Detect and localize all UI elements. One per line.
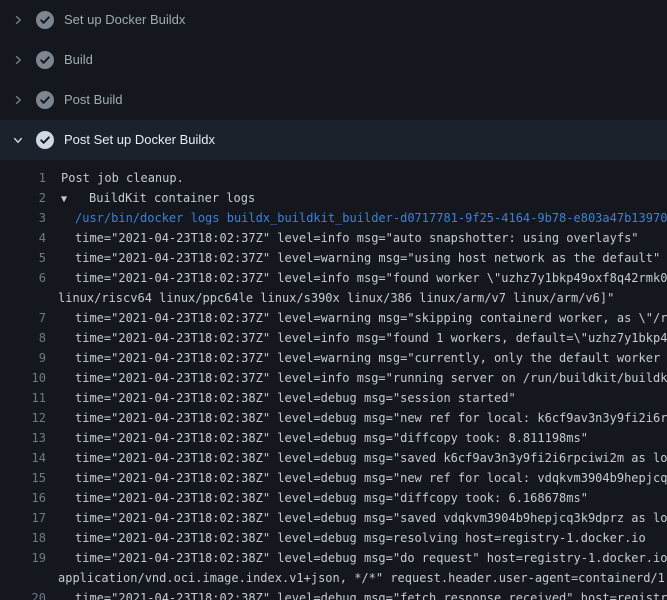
log-text: time="2021-04-23T18:02:38Z" level=debug … xyxy=(75,508,667,528)
check-circle-icon xyxy=(36,51,54,69)
log-text: application/vnd.oci.image.index.v1+json,… xyxy=(58,568,667,588)
line-number[interactable]: 4 xyxy=(0,228,46,248)
group-toggle-icon[interactable]: ▼ xyxy=(61,190,67,208)
log-line: 10 time="2021-04-23T18:02:37Z" level=inf… xyxy=(0,368,667,388)
line-number[interactable]: 3 xyxy=(0,208,46,228)
line-number[interactable]: 19 xyxy=(0,548,46,568)
chevron-right-icon xyxy=(12,14,24,26)
line-number[interactable]: 17 xyxy=(0,508,46,528)
log-line: 11 time="2021-04-23T18:02:38Z" level=deb… xyxy=(0,388,667,408)
line-number[interactable]: 16 xyxy=(0,488,46,508)
chevron-down-icon xyxy=(12,134,24,146)
log-line: 4 time="2021-04-23T18:02:37Z" level=info… xyxy=(0,228,667,248)
section-post-build[interactable]: Post Build xyxy=(0,80,667,120)
line-number[interactable]: 5 xyxy=(0,248,46,268)
section-label: Build xyxy=(64,52,93,68)
actions-log-page: Set up Docker Buildx Build Post Build Po… xyxy=(0,0,667,600)
section-set-up-docker-buildx[interactable]: Set up Docker Buildx xyxy=(0,0,667,40)
log-text: time="2021-04-23T18:02:38Z" level=debug … xyxy=(75,588,667,600)
log-line: 9 time="2021-04-23T18:02:37Z" level=warn… xyxy=(0,348,667,368)
line-number[interactable]: 9 xyxy=(0,348,46,368)
log-text: /usr/bin/docker logs buildx_buildkit_bui… xyxy=(75,208,667,228)
log-text: linux/riscv64 linux/ppc64le linux/s390x … xyxy=(58,288,614,308)
section-label: Set up Docker Buildx xyxy=(64,12,185,28)
log-line: 18 time="2021-04-23T18:02:38Z" level=deb… xyxy=(0,528,667,548)
line-number[interactable]: 6 xyxy=(0,268,46,288)
log-text: time="2021-04-23T18:02:37Z" level=info m… xyxy=(75,228,639,248)
log-text: time="2021-04-23T18:02:38Z" level=debug … xyxy=(75,408,667,428)
log-text: time="2021-04-23T18:02:37Z" level=info m… xyxy=(75,268,667,288)
line-number[interactable]: 15 xyxy=(0,468,46,488)
section-label: Post Set up Docker Buildx xyxy=(64,132,215,148)
line-number[interactable]: 7 xyxy=(0,308,46,328)
steps-list: Set up Docker Buildx Build Post Build Po… xyxy=(0,0,667,160)
log-text: time="2021-04-23T18:02:38Z" level=debug … xyxy=(75,548,667,568)
line-number[interactable]: 20 xyxy=(0,588,46,600)
log-text: time="2021-04-23T18:02:37Z" level=warnin… xyxy=(75,248,660,268)
log-line: 19 time="2021-04-23T18:02:38Z" level=deb… xyxy=(0,548,667,568)
log-text: time="2021-04-23T18:02:38Z" level=debug … xyxy=(75,448,667,468)
log-line: 5 time="2021-04-23T18:02:37Z" level=warn… xyxy=(0,248,667,268)
chevron-right-icon xyxy=(12,94,24,106)
log-line: 14 time="2021-04-23T18:02:38Z" level=deb… xyxy=(0,448,667,468)
line-number[interactable]: 8 xyxy=(0,328,46,348)
log-text: time="2021-04-23T18:02:37Z" level=info m… xyxy=(75,328,667,348)
log-text: time="2021-04-23T18:02:38Z" level=debug … xyxy=(75,388,516,408)
log-line: 12 time="2021-04-23T18:02:38Z" level=deb… xyxy=(0,408,667,428)
log-line: linux/riscv64 linux/ppc64le linux/s390x … xyxy=(0,288,667,308)
log-line: 20 time="2021-04-23T18:02:38Z" level=deb… xyxy=(0,588,667,600)
log-viewer[interactable]: 1 Post job cleanup. 2 ▼ BuildKit contain… xyxy=(0,160,667,600)
log-line: 15 time="2021-04-23T18:02:38Z" level=deb… xyxy=(0,468,667,488)
line-number[interactable]: 2 xyxy=(0,188,46,208)
log-text: time="2021-04-23T18:02:38Z" level=debug … xyxy=(75,488,588,508)
chevron-right-icon xyxy=(12,54,24,66)
section-label: Post Build xyxy=(64,92,123,108)
line-number[interactable]: 10 xyxy=(0,368,46,388)
check-circle-icon xyxy=(36,11,54,29)
line-number[interactable]: 18 xyxy=(0,528,46,548)
log-text: time="2021-04-23T18:02:37Z" level=info m… xyxy=(75,368,667,388)
log-line: 3 /usr/bin/docker logs buildx_buildkit_b… xyxy=(0,208,667,228)
log-text: Post job cleanup. xyxy=(61,168,184,188)
log-line: 7 time="2021-04-23T18:02:37Z" level=warn… xyxy=(0,308,667,328)
log-line: 16 time="2021-04-23T18:02:38Z" level=deb… xyxy=(0,488,667,508)
log-text: time="2021-04-23T18:02:38Z" level=debug … xyxy=(75,428,588,448)
log-text: BuildKit container logs xyxy=(89,188,255,208)
section-post-set-up-docker-buildx[interactable]: Post Set up Docker Buildx xyxy=(0,120,667,160)
section-build[interactable]: Build xyxy=(0,40,667,80)
log-text: time="2021-04-23T18:02:37Z" level=warnin… xyxy=(75,348,667,368)
log-line: 8 time="2021-04-23T18:02:37Z" level=info… xyxy=(0,328,667,348)
line-number[interactable]: 11 xyxy=(0,388,46,408)
line-number[interactable]: 13 xyxy=(0,428,46,448)
check-circle-icon xyxy=(36,91,54,109)
log-line: application/vnd.oci.image.index.v1+json,… xyxy=(0,568,667,588)
log-text: time="2021-04-23T18:02:38Z" level=debug … xyxy=(75,528,646,548)
log-line: 6 time="2021-04-23T18:02:37Z" level=info… xyxy=(0,268,667,288)
log-line: 13 time="2021-04-23T18:02:38Z" level=deb… xyxy=(0,428,667,448)
line-number[interactable]: 12 xyxy=(0,408,46,428)
line-number[interactable]: 14 xyxy=(0,448,46,468)
log-line: 17 time="2021-04-23T18:02:38Z" level=deb… xyxy=(0,508,667,528)
log-text: time="2021-04-23T18:02:37Z" level=warnin… xyxy=(75,308,667,328)
line-number[interactable]: 1 xyxy=(0,168,46,188)
check-circle-icon xyxy=(36,131,54,149)
log-text: time="2021-04-23T18:02:38Z" level=debug … xyxy=(75,468,667,488)
log-line: 1 Post job cleanup. xyxy=(0,168,667,188)
log-line: 2 ▼ BuildKit container logs xyxy=(0,188,667,208)
